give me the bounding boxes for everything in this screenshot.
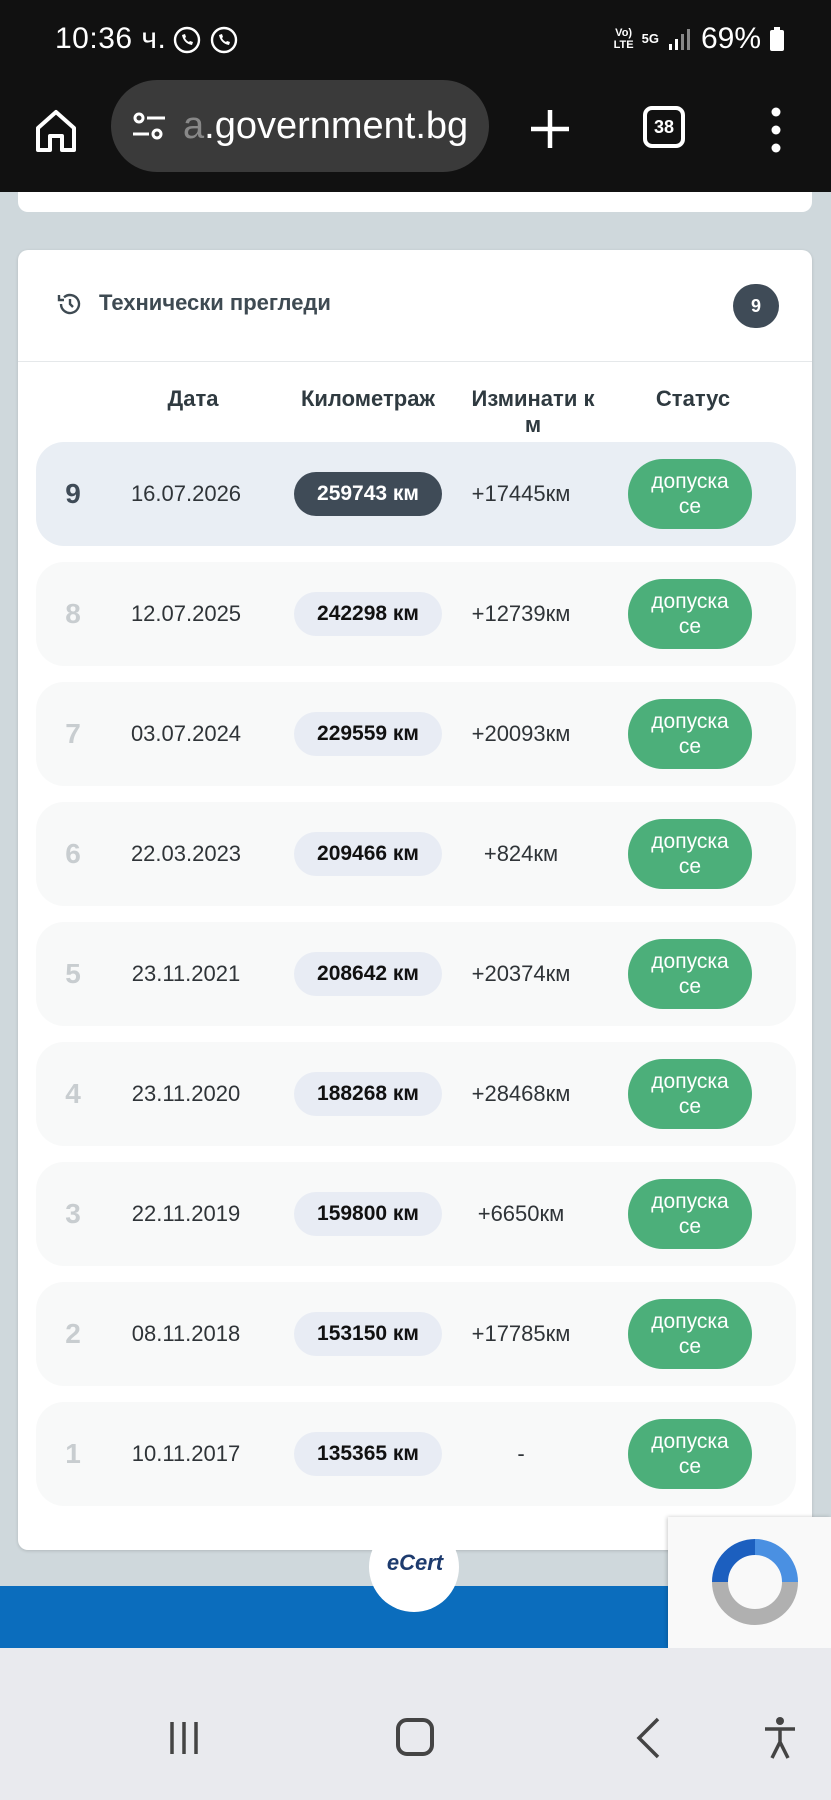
system-nav-bar (0, 1648, 831, 1800)
home-nav-icon[interactable] (396, 1718, 434, 1756)
page-content: Технически прегледи 9 Дата Километраж Из… (0, 192, 831, 1648)
row-date: 23.11.2021 (131, 961, 241, 986)
status-badge: допуска се (628, 699, 752, 769)
viber-icon (210, 26, 238, 54)
row-number: 9 (65, 478, 81, 509)
row-date: 22.03.2023 (130, 841, 242, 866)
status-time: 10:36 ч. (55, 22, 167, 55)
row-number: 4 (65, 1078, 81, 1109)
table-row: 9 16.07.2026 259743 км +17445км допуска се (36, 442, 796, 546)
volte-indicator: Vo) LTE (613, 27, 634, 51)
home-icon[interactable] (30, 104, 82, 156)
row-date: 10.11.2017 (131, 1441, 241, 1466)
table-row: 2 08.11.2018 153150 км +17785км допуска се (36, 1282, 796, 1386)
status-badge: допуска се (628, 579, 752, 649)
row-date: 12.07.2025 (130, 601, 242, 626)
tune-icon[interactable] (129, 106, 169, 146)
row-mileage: 259743 км (294, 472, 442, 516)
status-badge: допуска се (628, 819, 752, 889)
status-bar: 10:36 ч. Vo) LTE 5G 69% (0, 0, 831, 82)
table-row: 5 23.11.2021 208642 км +20374км допуска се (36, 922, 796, 1026)
status-badge: допуска се (628, 939, 752, 1009)
signal-icon (668, 29, 690, 50)
count-badge: 9 (733, 284, 779, 328)
row-mileage: 242298 км (294, 592, 442, 636)
history-icon (57, 293, 81, 315)
table-row: 8 12.07.2025 242298 км +12739км допуска се (36, 562, 796, 666)
row-date: 22.11.2019 (131, 1201, 241, 1226)
row-distance: +824км (483, 841, 559, 866)
status-indicators: Vo) LTE 5G 69% (614, 22, 785, 56)
row-mileage: 135365 км (294, 1432, 442, 1476)
row-number: 7 (65, 718, 81, 749)
row-date: 23.11.2020 (131, 1081, 241, 1106)
table-row: 4 23.11.2020 188268 км +28468км допуска се (36, 1042, 796, 1146)
viber-icon (173, 26, 201, 54)
table-row: 7 03.07.2024 229559 км +20093км допуска се (36, 682, 796, 786)
card-title: Технически прегледи (99, 290, 331, 315)
more-vert-icon[interactable] (764, 106, 788, 154)
row-distance: +20093км (471, 721, 571, 746)
url-text: a.government.bg (183, 104, 469, 147)
table-row: 1 10.11.2017 135365 км - допуска се (36, 1402, 796, 1506)
row-distance: +12739км (471, 601, 571, 626)
row-date: 03.07.2024 (130, 721, 242, 746)
row-distance: +17785км (471, 1321, 571, 1346)
row-number: 1 (65, 1438, 81, 1469)
row-distance: +6650км (477, 1201, 565, 1226)
table-row: 3 22.11.2019 159800 км +6650км допуска се (36, 1162, 796, 1266)
row-number: 2 (65, 1318, 81, 1349)
network-5g-indicator: 5G (641, 31, 659, 46)
plus-icon[interactable] (523, 102, 577, 156)
row-number: 3 (65, 1198, 81, 1229)
previous-card (18, 192, 812, 212)
ecert-logo-text: eCert (386, 1550, 444, 1575)
table-row: 6 22.03.2023 209466 км +824км допуска се (36, 802, 796, 906)
header-km: Километраж (300, 386, 436, 411)
back-icon[interactable] (634, 1716, 662, 1760)
row-date: 16.07.2026 (130, 481, 242, 506)
row-date: 08.11.2018 (131, 1321, 241, 1346)
recaptcha-icon (712, 1539, 798, 1625)
status-badge: допуска се (628, 459, 752, 529)
url-bar[interactable]: a.government.bg (111, 80, 489, 172)
row-mileage: 208642 км (294, 952, 442, 996)
status-badge: допуска се (628, 1059, 752, 1129)
row-distance: +17445км (471, 481, 571, 506)
row-number: 5 (65, 958, 81, 989)
row-mileage: 229559 км (294, 712, 442, 756)
row-mileage: 159800 км (294, 1192, 442, 1236)
row-mileage: 153150 км (294, 1312, 442, 1356)
inspections-card: Технически прегледи 9 Дата Километраж Из… (18, 250, 812, 1550)
recaptcha-badge[interactable] (668, 1517, 831, 1648)
browser-toolbar: a.government.bg 38 (0, 80, 831, 192)
card-header: Технически прегледи 9 (18, 250, 812, 362)
header-status: Статус (655, 386, 731, 411)
row-mileage: 188268 км (294, 1072, 442, 1116)
header-diff: Изминати к м (471, 386, 595, 437)
header-date: Дата (167, 386, 219, 411)
recent-apps-icon[interactable] (166, 1720, 202, 1756)
row-number: 6 (65, 838, 81, 869)
status-badge: допуска се (628, 1179, 752, 1249)
row-number: 8 (65, 598, 81, 629)
status-badge: допуска се (628, 1299, 752, 1369)
row-distance: - (517, 1441, 525, 1466)
row-distance: +20374км (471, 961, 571, 986)
battery-level: 69% (700, 22, 761, 55)
tabs-icon[interactable]: 38 (643, 106, 685, 148)
battery-icon (770, 27, 784, 51)
accessibility-icon[interactable] (762, 1716, 798, 1760)
row-distance: +28468км (471, 1081, 571, 1106)
status-badge: допуска се (628, 1419, 752, 1489)
row-mileage: 209466 км (294, 832, 442, 876)
